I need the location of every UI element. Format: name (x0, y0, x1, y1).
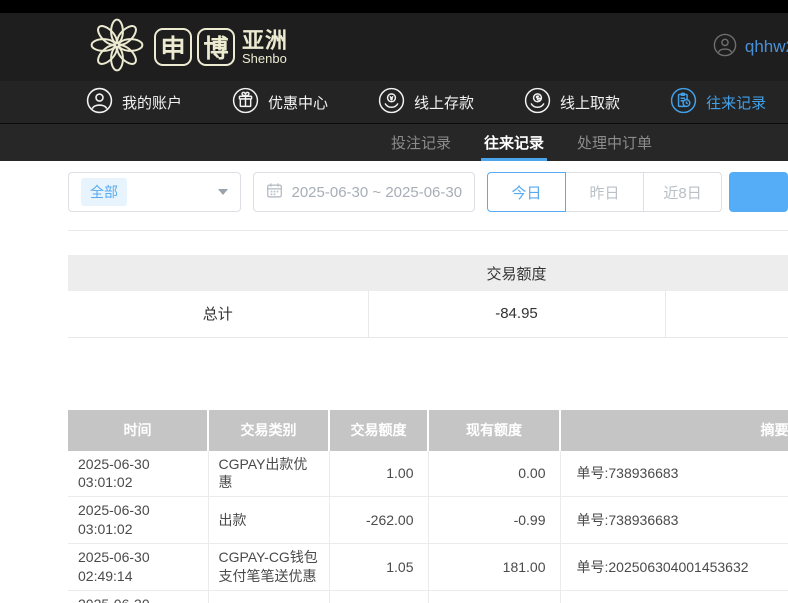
yesterday-button[interactable]: 昨日 (565, 172, 644, 212)
cell-summary: 单号:738936683 (560, 497, 788, 544)
nav-item-label: 我的账户 (122, 92, 182, 113)
nav-item-my-account[interactable]: 我的账户 (86, 87, 182, 118)
summary-header-empty (68, 255, 368, 291)
records-header-balance: 现有额度 (428, 410, 560, 451)
last-8-days-button-label: 近8日 (663, 182, 701, 203)
today-button-label: 今日 (512, 182, 542, 203)
logo-char-shen: 申 (154, 28, 192, 66)
cell-time: 2025-06-30 03:01:02 (68, 497, 208, 544)
summary-total-row: 总计 -84.95 (68, 291, 788, 337)
sub-nav: 投注记录 往来记录 处理中订单 (0, 123, 788, 161)
cell-time: 2025-06-30 02:49:14 (68, 590, 208, 603)
account-icon (86, 87, 113, 118)
subnav-label: 往来记录 (484, 132, 544, 153)
cell-balance: 179.95 (428, 590, 560, 603)
logo-subtitle: Shenbo (242, 52, 288, 66)
records-header-summary: 摘要 (560, 410, 788, 451)
filter-row: 全部 2025-06-30 ~ 2025-06-30 今日 昨日 近8日 (68, 172, 788, 212)
chevron-down-icon (218, 189, 228, 195)
cell-time: 2025-06-30 02:49:14 (68, 544, 208, 591)
promo-icon (232, 87, 259, 118)
cell-summary: 单号:202506304001453632 (560, 590, 788, 603)
summary-total-balance (665, 291, 788, 337)
summary-table: 交易额度 现有额度 总计 -84.95 (68, 255, 788, 338)
logo-char-bo: 博 (197, 28, 235, 66)
cell-amount: -262.00 (329, 497, 428, 544)
summary-total-amount: -84.95 (368, 291, 665, 337)
cell-type: CGPAY出款优惠 (208, 451, 329, 497)
user-info[interactable]: qhhw2 (713, 33, 788, 62)
subnav-item-pending-orders[interactable]: 处理中订单 (574, 124, 655, 161)
table-row: 2025-06-30 03:01:02 出款 -262.00 -0.99 单号:… (68, 497, 788, 544)
records-header-amount: 交易额度 (329, 410, 428, 451)
table-row: 2025-06-30 03:01:02 CGPAY出款优惠 1.00 0.00 … (68, 451, 788, 497)
cell-amount: 175.00 (329, 590, 428, 603)
summary-total-label: 总计 (68, 291, 368, 337)
divider (68, 230, 788, 231)
nav-item-online-deposit[interactable]: 线上存款 (378, 87, 474, 118)
nav-item-label: 线上取款 (560, 92, 620, 113)
today-button[interactable]: 今日 (487, 172, 566, 212)
nav-item-label: 优惠中心 (268, 92, 328, 113)
records-header-row: 时间 交易类别 交易额度 现有额度 摘要 (68, 410, 788, 451)
table-row: 2025-06-30 02:49:14 CGPAY支付 175.00 179.9… (68, 590, 788, 603)
quick-range-group: 今日 昨日 近8日 (487, 172, 722, 212)
cell-summary: 单号:202506304001453632 (560, 544, 788, 591)
yesterday-button-label: 昨日 (590, 182, 620, 203)
table-row: 2025-06-30 02:49:14 CGPAY-CG钱包支付笔笔送优惠 1.… (68, 544, 788, 591)
cell-time: 2025-06-30 03:01:02 (68, 451, 208, 497)
records-header-time: 时间 (68, 410, 208, 451)
date-range-value: 2025-06-30 ~ 2025-06-30 (292, 184, 463, 201)
cell-type: CGPAY支付 (208, 590, 329, 603)
page-content: 全部 2025-06-30 ~ 2025-06-30 今日 昨日 近8日 (0, 161, 788, 603)
last-8-days-button[interactable]: 近8日 (643, 172, 722, 212)
cell-type: CGPAY-CG钱包支付笔笔送优惠 (208, 544, 329, 591)
subnav-item-betting-records[interactable]: 投注记录 (388, 124, 454, 161)
deposit-icon (378, 87, 405, 118)
cell-summary: 单号:738936683 (560, 451, 788, 497)
nav-item-promo-center[interactable]: 优惠中心 (232, 87, 328, 118)
username-text[interactable]: qhhw2 (745, 37, 788, 57)
nav-item-label: 往来记录 (706, 92, 766, 113)
subnav-item-transaction-records[interactable]: 往来记录 (481, 124, 547, 161)
summary-header-balance: 现有额度 (665, 255, 788, 291)
records-table: 时间 交易类别 交易额度 现有额度 摘要 2025-06-30 03:01:02… (68, 410, 788, 603)
main-nav: 我的账户 优惠中心 线上存款 (0, 81, 788, 123)
site-header: 申 博 亚洲 Shenbo qhhw2 (0, 13, 788, 81)
summary-header-amount: 交易额度 (368, 255, 665, 291)
type-select-value: 全部 (81, 178, 127, 206)
search-button[interactable] (729, 172, 788, 212)
logo-region-text: 亚洲 (242, 29, 288, 52)
records-icon (670, 87, 697, 118)
calendar-icon (266, 182, 283, 203)
nav-item-online-withdraw[interactable]: 线上取款 (524, 87, 620, 118)
type-select[interactable]: 全部 (68, 172, 241, 212)
subnav-label: 投注记录 (391, 132, 451, 153)
cell-type: 出款 (208, 497, 329, 544)
withdraw-icon (524, 87, 551, 118)
summary-header-row: 交易额度 现有额度 (68, 255, 788, 291)
cell-amount: 1.00 (329, 451, 428, 497)
cell-balance: 0.00 (428, 451, 560, 497)
date-range-input[interactable]: 2025-06-30 ~ 2025-06-30 (253, 172, 476, 212)
subnav-label: 处理中订单 (577, 132, 652, 153)
nav-item-label: 线上存款 (414, 92, 474, 113)
flower-logo-icon (88, 16, 146, 79)
cell-amount: 1.05 (329, 544, 428, 591)
user-avatar-icon (713, 33, 737, 62)
cell-balance: 181.00 (428, 544, 560, 591)
cell-balance: -0.99 (428, 497, 560, 544)
records-header-type: 交易类别 (208, 410, 329, 451)
top-strip (0, 0, 788, 13)
site-logo[interactable]: 申 博 亚洲 Shenbo (88, 16, 288, 79)
nav-item-transaction-records[interactable]: 往来记录 (670, 87, 766, 118)
